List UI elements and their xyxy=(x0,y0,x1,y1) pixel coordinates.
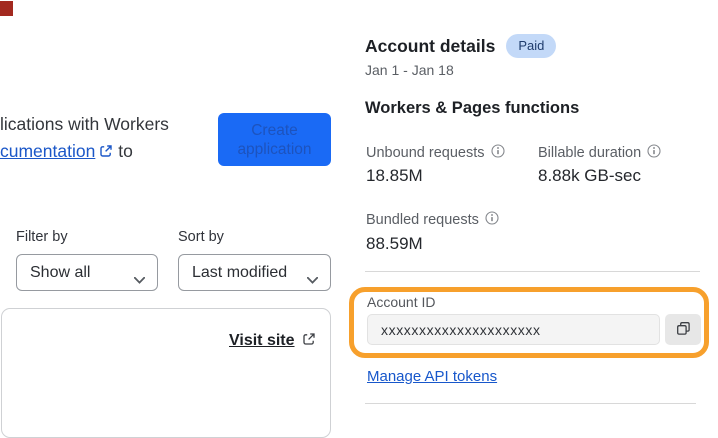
bundled-requests-value: 88.59M xyxy=(366,234,423,253)
workers-pages-functions-title: Workers & Pages functions xyxy=(365,99,580,117)
info-icon[interactable] xyxy=(647,144,661,162)
visit-site-label: Visit site xyxy=(229,332,295,349)
unbound-requests-value: 18.85M xyxy=(366,166,423,185)
divider xyxy=(365,403,696,404)
intro-suffix: to xyxy=(113,141,133,161)
plan-badge: Paid xyxy=(506,34,557,58)
chevron-down-icon xyxy=(306,271,319,289)
intro-text: lications with Workers cumentation to xyxy=(0,111,225,166)
workers-overview-page: lications with Workers cumentation to Cr… xyxy=(0,0,718,438)
sort-select[interactable]: Last modified xyxy=(178,254,331,291)
copy-account-id-button[interactable] xyxy=(665,314,701,345)
sort-select-value: Last modified xyxy=(192,263,288,281)
red-corner-marker xyxy=(0,1,13,16)
stat-label-text: Bundled requests xyxy=(366,212,479,228)
create-application-label-line2: application xyxy=(237,140,312,158)
account-details-title: Account details xyxy=(365,35,496,56)
unbound-requests-label: Unbound requests xyxy=(366,144,505,162)
external-link-icon xyxy=(302,332,316,351)
manage-api-tokens-link[interactable]: Manage API tokens xyxy=(367,368,497,385)
account-details-header: Account details Paid xyxy=(365,34,557,58)
billable-duration-value: 8.88k GB-sec xyxy=(538,166,641,185)
chevron-down-icon xyxy=(133,271,146,289)
date-range: Jan 1 - Jan 18 xyxy=(365,62,454,78)
create-application-label-line1: Create xyxy=(251,121,298,139)
bundled-requests-label: Bundled requests xyxy=(366,211,499,229)
account-id-input[interactable] xyxy=(367,314,660,345)
filter-select[interactable]: Show all xyxy=(16,254,158,291)
create-application-button[interactable]: Create application xyxy=(218,113,331,166)
info-icon[interactable] xyxy=(485,211,499,229)
billable-duration-label: Billable duration xyxy=(538,144,661,162)
filter-by-label: Filter by xyxy=(16,229,68,245)
info-icon[interactable] xyxy=(490,144,505,162)
intro-line1: lications with Workers xyxy=(0,114,169,134)
stat-label-text: Billable duration xyxy=(538,145,642,161)
external-link-icon xyxy=(99,139,113,166)
divider xyxy=(365,271,700,272)
copy-icon xyxy=(676,321,691,339)
visit-site-link[interactable]: Visit site xyxy=(229,332,316,351)
sort-by-label: Sort by xyxy=(178,229,224,245)
account-id-label: Account ID xyxy=(367,294,436,310)
stat-label-text: Unbound requests xyxy=(366,145,485,161)
intro-line2: cumentation to xyxy=(0,138,225,166)
documentation-link[interactable]: cumentation xyxy=(0,141,95,161)
filter-select-value: Show all xyxy=(30,263,91,281)
